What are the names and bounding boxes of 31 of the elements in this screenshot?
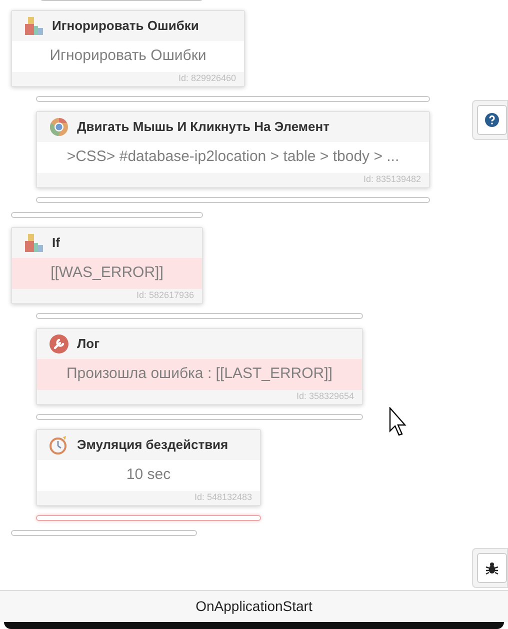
bug-icon xyxy=(485,561,499,575)
stopwatch-icon xyxy=(49,435,69,455)
block-id: Id: 835139482 xyxy=(363,173,421,186)
footer-title: OnApplicationStart xyxy=(196,597,312,616)
action-block[interactable]: If [[WAS_ERROR]] Id: 582617936 xyxy=(11,227,203,304)
block-value: >CSS> #database-ip2location > table > tbody > ... xyxy=(66,147,400,168)
blocks-icon xyxy=(24,16,44,36)
block-value: 10 sec xyxy=(126,465,171,486)
action-block[interactable]: Эмуляция бездействия 10 sec Id: 548132483 xyxy=(36,429,261,506)
help-button[interactable] xyxy=(477,105,507,135)
block-id: Id: 358329654 xyxy=(296,390,354,404)
help-icon xyxy=(485,113,499,127)
block-id: Id: 829926460 xyxy=(178,72,236,86)
blocks-icon xyxy=(24,233,44,253)
block-title: If xyxy=(52,234,60,252)
block-title: Эмуляция бездействия xyxy=(77,436,228,454)
action-block[interactable]: Лог Произошла ошибка : [[LAST_ERROR]] Id: 358329654 xyxy=(36,328,363,405)
block-id: Id: 548132483 xyxy=(194,491,252,504)
block-title: Лог xyxy=(77,335,100,354)
action-block[interactable]: Двигать Мышь И Кликнуть На Элемент >CSS> #database-ip2location > table > tbody > ... Id: 835139482 xyxy=(36,111,430,188)
block-value: Игнорировать Ошибки xyxy=(50,46,206,66)
debug-button[interactable] xyxy=(477,553,507,583)
wrench-icon xyxy=(49,334,69,354)
block-title: Двигать Мышь И Кликнуть На Элемент xyxy=(77,118,330,136)
browser-icon xyxy=(49,117,69,137)
block-value: Произошла ошибка : [[LAST_ERROR]] xyxy=(66,364,332,384)
block-id: Id: 582617936 xyxy=(136,289,194,302)
block-value: [[WAS_ERROR]] xyxy=(50,263,164,284)
mouse-cursor-icon xyxy=(389,407,409,437)
block-title: Игнорировать Ошибки xyxy=(52,17,199,36)
action-block[interactable]: Игнорировать Ошибки Игнорировать Ошибки Id: 829926460 xyxy=(11,10,245,87)
